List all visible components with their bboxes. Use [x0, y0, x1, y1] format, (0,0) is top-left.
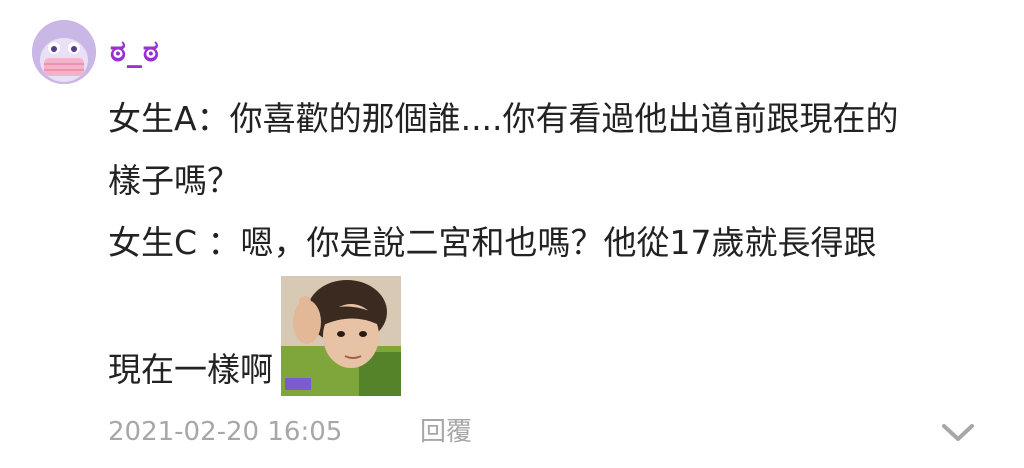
comment-line: 女生C ：嗯，你是說二宮和也嗎？他從17歲就長得跟	[108, 223, 877, 262]
avatar[interactable]	[32, 20, 96, 84]
sticker-image[interactable]	[281, 276, 401, 396]
comment-card: ಠ_ಠ 女生A：你喜歡的那個誰....你有看過他出道前跟現在的 樣子嗎？ 女生C…	[0, 0, 1024, 468]
avatar-icon	[32, 20, 96, 84]
comment-line: 女生A：你喜歡的那個誰....你有看過他出道前跟現在的	[108, 99, 899, 138]
comment-line: 現在一樣啊	[108, 350, 273, 389]
comment-last-line: 現在一樣啊	[108, 274, 401, 396]
chevron-down-icon[interactable]	[938, 414, 978, 450]
timestamp: 2021-02-20 16:05	[108, 417, 343, 447]
sticker-photo	[281, 276, 401, 396]
username[interactable]: ಠ_ಠ	[110, 34, 160, 70]
comment-body: 女生A：你喜歡的那個誰....你有看過他出道前跟現在的 樣子嗎？ 女生C ：嗯，…	[108, 88, 1008, 274]
comment-line: 樣子嗎？	[108, 161, 240, 200]
reply-button[interactable]: 回覆	[420, 414, 472, 450]
